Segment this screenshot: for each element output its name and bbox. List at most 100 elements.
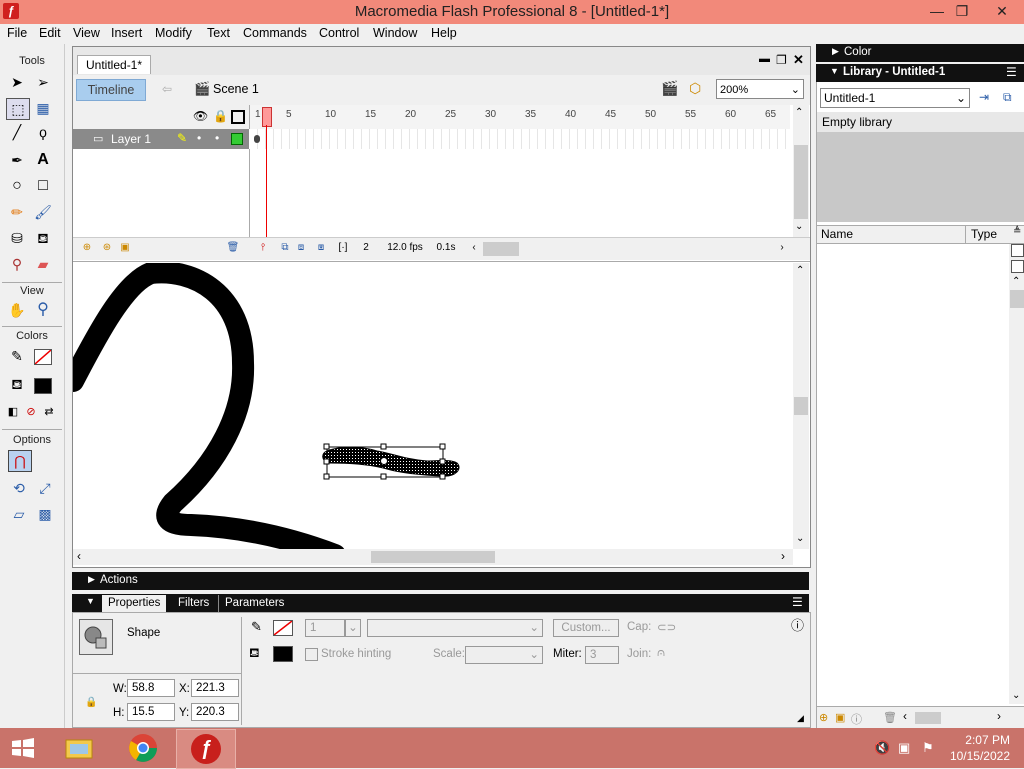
scroll-thumb[interactable] — [915, 712, 941, 724]
eyedropper-tool-icon[interactable]: ⚲ — [6, 254, 28, 274]
free-transform-tool-icon[interactable]: ⬚ — [6, 98, 30, 120]
menu-window[interactable]: Window — [373, 26, 417, 40]
scroll-right-icon[interactable]: › — [777, 240, 787, 256]
scale-select[interactable]: ⌄ — [465, 646, 543, 664]
menu-insert[interactable]: Insert — [111, 26, 142, 40]
stage-vscroll[interactable]: ⌃ ⌄ — [793, 263, 809, 549]
rectangle-tool-icon[interactable]: □ — [32, 176, 54, 196]
scroll-up-icon[interactable]: ⌃ — [795, 107, 803, 118]
menu-help[interactable]: Help — [431, 26, 457, 40]
edit-symbols-icon[interactable]: ⬡ — [689, 80, 701, 97]
doc-restore-icon[interactable]: ❐ — [776, 53, 787, 67]
menu-modify[interactable]: Modify — [155, 26, 192, 40]
frame-ruler[interactable]: 1 5 10 15 20 25 30 35 40 45 50 55 60 65 — [250, 105, 790, 130]
menu-view[interactable]: View — [73, 26, 100, 40]
transform-center-point[interactable] — [380, 457, 388, 465]
scroll-down-icon[interactable]: ⌄ — [1012, 690, 1020, 701]
zoom-select[interactable]: 200% ⌄ — [716, 79, 804, 99]
scroll-up-icon[interactable]: ⌃ — [796, 265, 804, 276]
tab-properties[interactable]: Properties — [102, 595, 167, 612]
height-field[interactable]: 15.5 — [127, 703, 175, 721]
library-vscroll[interactable]: ⌃ ⌄ — [1009, 244, 1024, 704]
scroll-thumb[interactable] — [794, 397, 808, 415]
stage-hscroll[interactable]: ‹ › — [73, 549, 793, 565]
fill-color-swatch[interactable] — [34, 378, 52, 394]
paint-bucket-tool-icon[interactable]: ⛾ — [32, 228, 54, 248]
cap-icon[interactable]: ⊂⊃ — [657, 620, 676, 634]
onion-outline-icon[interactable]: ⧈ — [293, 240, 309, 256]
scroll-down-icon[interactable]: ⌄ — [796, 533, 804, 544]
join-icon[interactable]: ⩀ — [657, 647, 665, 660]
stroke-style-select[interactable]: ⌄ — [367, 619, 543, 637]
collapse-arrow-icon[interactable]: ▼ — [86, 596, 95, 606]
panel-options-icon[interactable]: ☰ — [792, 595, 803, 609]
frames-row[interactable] — [250, 129, 790, 149]
name-column-header[interactable]: Name — [821, 227, 853, 241]
scroll-right-icon[interactable]: › — [997, 709, 1001, 723]
swap-colors-icon[interactable]: ⇄ — [38, 402, 60, 422]
tab-filters[interactable]: Filters — [172, 595, 215, 612]
volume-muted-icon[interactable]: 🔇 — [874, 740, 890, 756]
restore-button[interactable]: ❐ — [945, 0, 979, 22]
pen-tool-icon[interactable]: ✒ — [6, 150, 28, 170]
menu-control[interactable]: Control — [319, 26, 359, 40]
snap-magnet-icon[interactable]: ⋂ — [8, 450, 32, 472]
color-panel-bar[interactable]: ▶ Color — [816, 44, 1024, 62]
keyframe-marker[interactable] — [254, 135, 260, 143]
visibility-dot[interactable]: • — [197, 131, 201, 145]
eye-icon[interactable]: 👁 — [193, 109, 208, 123]
document-tab[interactable]: Untitled-1* — [77, 55, 152, 74]
lasso-tool-icon[interactable]: ϙ — [32, 122, 54, 142]
scroll-thumb[interactable] — [794, 145, 808, 219]
scroll-thumb[interactable] — [371, 551, 495, 563]
playhead[interactable] — [262, 107, 272, 127]
scroll-right-icon[interactable]: › — [781, 549, 785, 563]
insert-folder-icon[interactable]: ▣ — [117, 240, 133, 256]
windows-start-icon[interactable] — [6, 732, 40, 764]
new-symbol-icon[interactable]: ⊕ — [819, 711, 828, 724]
doc-close-icon[interactable]: ✕ — [793, 52, 804, 68]
width-field[interactable]: 58.8 — [127, 679, 175, 697]
edit-scene-icon[interactable]: 🎬 — [661, 80, 678, 97]
file-explorer-icon[interactable] — [62, 732, 96, 764]
zoom-tool-icon[interactable]: ⚲ — [32, 300, 54, 320]
center-frame-icon[interactable]: ⫯ — [255, 240, 271, 256]
x-field[interactable]: 221.3 — [191, 679, 239, 697]
library-panel-bar[interactable]: ▼ Library - Untitled-1 ☰ — [816, 64, 1024, 82]
pencil-tool-icon[interactable]: ✏ — [6, 202, 28, 222]
doc-minimize-icon[interactable]: ▬ — [759, 53, 770, 65]
help-icon[interactable]: ⓘ — [791, 615, 804, 634]
outline-icon[interactable] — [231, 110, 245, 124]
delete-layer-icon[interactable]: 🗑 — [225, 240, 241, 256]
scroll-thumb[interactable] — [1010, 290, 1024, 308]
rotate-skew-icon[interactable]: ⟲ — [8, 478, 30, 498]
eraser-tool-icon[interactable]: ▰ — [32, 254, 54, 274]
scroll-left-icon[interactable]: ‹ — [77, 549, 81, 563]
chrome-icon[interactable] — [126, 732, 160, 764]
stroke-color-picker[interactable] — [273, 620, 293, 636]
delete-icon[interactable]: 🗑 — [883, 711, 897, 724]
narrow-view-icon[interactable] — [1011, 260, 1024, 273]
timeline-toggle-button[interactable]: Timeline — [76, 79, 146, 101]
scroll-up-icon[interactable]: ⌃ — [1012, 276, 1020, 287]
tab-parameters[interactable]: Parameters — [218, 595, 290, 612]
menu-file[interactable]: File — [7, 26, 27, 40]
layer-row[interactable]: ▭ Layer 1 ✎ • • — [73, 129, 249, 149]
actions-panel-bar[interactable]: ▶ Actions — [72, 572, 809, 590]
action-center-icon[interactable]: ⚑ — [922, 740, 934, 756]
flash-taskbar-button[interactable]: ƒ — [176, 729, 236, 769]
subselection-tool-icon[interactable]: ➢ — [32, 72, 54, 92]
library-select[interactable]: Untitled-1 ⌄ — [820, 88, 970, 108]
properties-icon[interactable]: ⓘ — [851, 711, 862, 727]
new-folder-icon[interactable]: ▣ — [835, 711, 845, 724]
fill-color-icon[interactable]: ⛾ — [6, 374, 28, 394]
menu-edit[interactable]: Edit — [39, 26, 61, 40]
stroke-height-field[interactable]: 1 — [305, 619, 345, 637]
network-icon[interactable]: ▣ — [898, 740, 910, 756]
menu-text[interactable]: Text — [207, 26, 230, 40]
menu-commands[interactable]: Commands — [243, 26, 307, 40]
y-field[interactable]: 220.3 — [191, 703, 239, 721]
miter-field[interactable]: 3 — [585, 646, 619, 664]
brush-tool-icon[interactable]: 🖌 — [32, 202, 54, 222]
outline-color-swatch[interactable] — [231, 133, 243, 145]
